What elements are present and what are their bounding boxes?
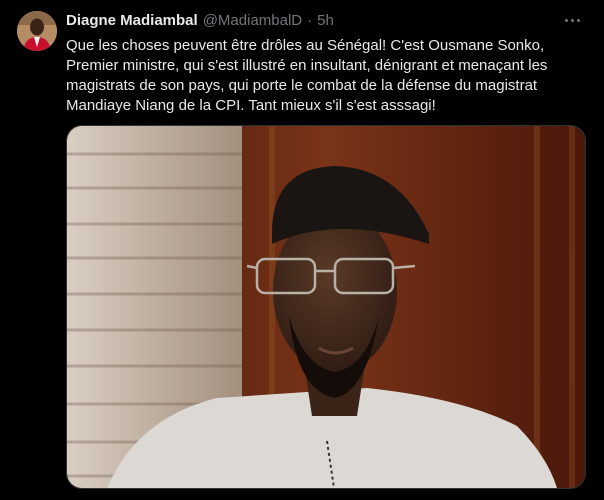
avatar-image — [17, 11, 57, 51]
tweet-text-line: Que les choses peuvent être drôles au Sé… — [66, 37, 545, 54]
more-dot — [564, 18, 568, 22]
tweet-text-line: Premier ministre, qui s'est illustré en … — [66, 57, 548, 74]
avatar[interactable] — [17, 11, 57, 51]
timestamp[interactable]: 5h — [317, 12, 334, 29]
tweet[interactable]: Diagne Madiambal @MadiambalD · 5h Que le… — [0, 0, 604, 500]
more-dot — [576, 18, 580, 22]
more-options-icon[interactable] — [562, 10, 582, 30]
separator-dot: · — [307, 11, 313, 29]
tweet-header: Diagne Madiambal @MadiambalD · 5h — [66, 10, 334, 30]
photo-illustration — [67, 126, 585, 488]
author-name[interactable]: Diagne Madiambal — [66, 12, 198, 29]
tweet-text-line: Mandiaye Niang de la CPI. Tant mieux s'i… — [66, 97, 436, 114]
tweet-media-photo[interactable] — [66, 125, 586, 489]
more-dot — [570, 18, 574, 22]
tweet-text-line: magistrats de son pays, qui porte le com… — [66, 77, 538, 94]
tweet-text: Que les choses peuvent être drôles au Sé… — [66, 36, 586, 116]
author-handle[interactable]: @MadiambalD — [203, 12, 302, 29]
